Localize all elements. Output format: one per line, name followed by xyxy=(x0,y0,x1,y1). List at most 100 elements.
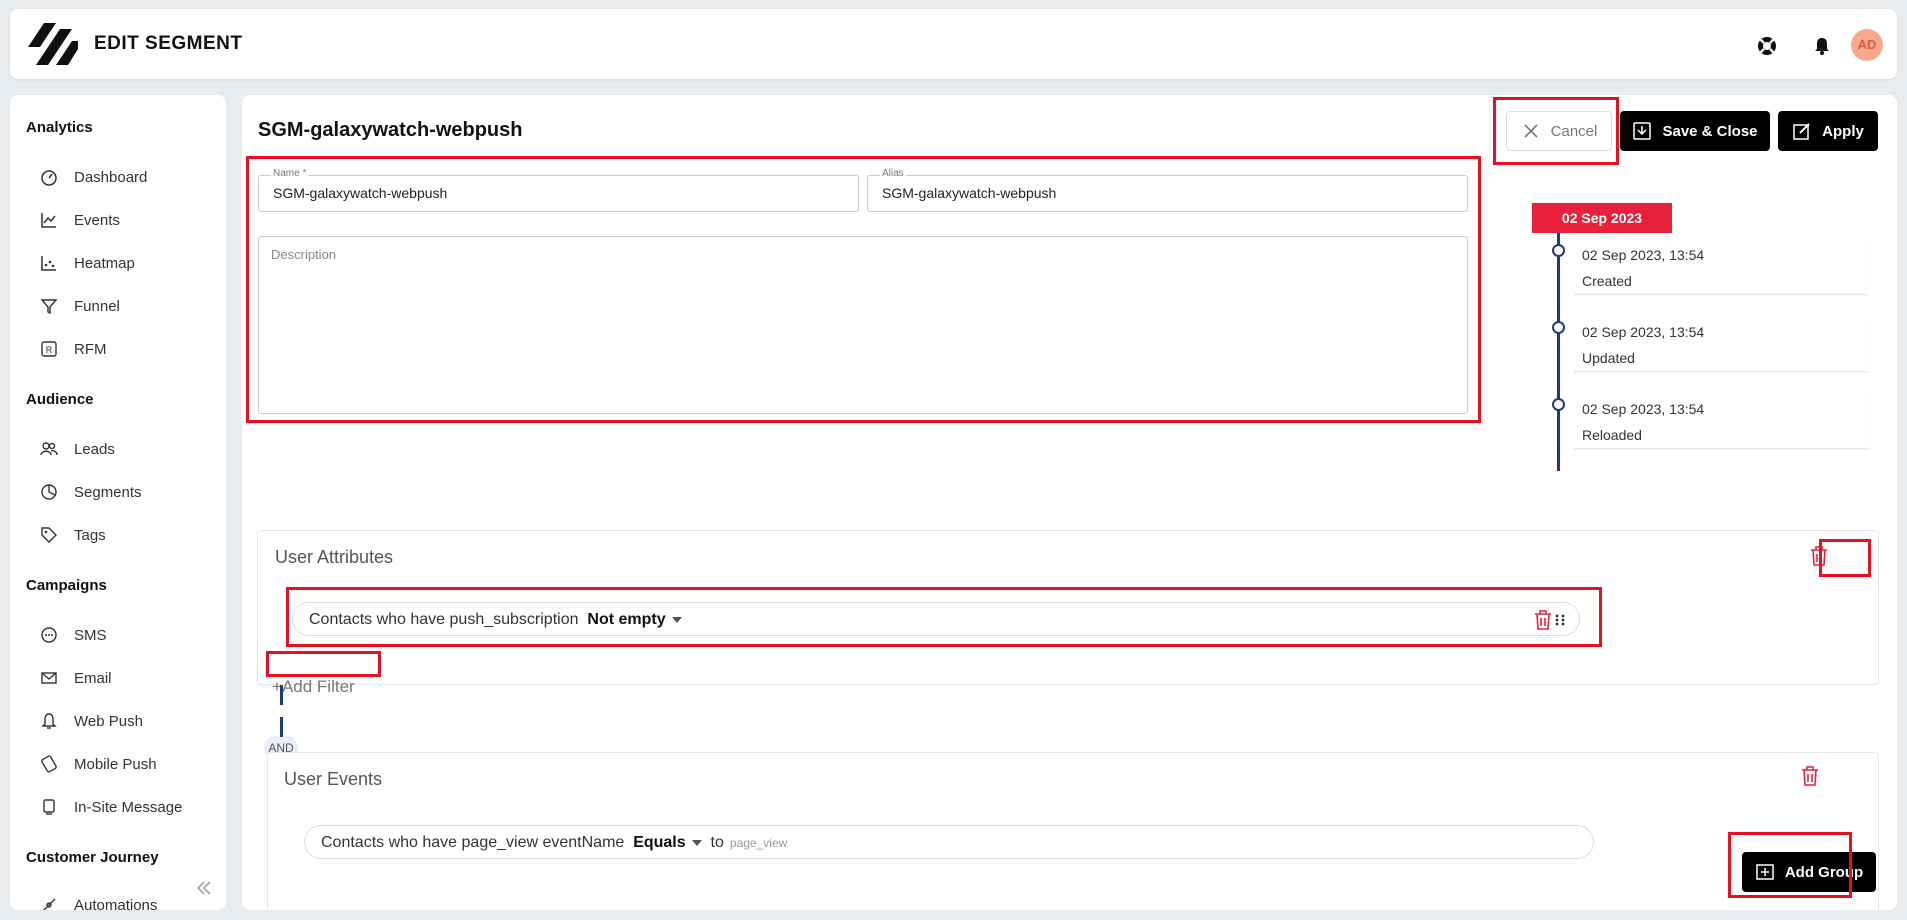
add-filter-button[interactable]: +Add Filter xyxy=(272,677,355,697)
timeline-line xyxy=(1557,233,1560,471)
save-close-label: Save & Close xyxy=(1662,122,1758,140)
timeline-entry-status: Updated xyxy=(1582,350,1635,366)
sidebar-item-label: SMS xyxy=(74,626,107,644)
automation-icon xyxy=(43,898,56,910)
filter-operator-select[interactable]: Not empty xyxy=(587,611,665,628)
bell-icon[interactable] xyxy=(1811,35,1833,57)
sidebar-item-label: RFM xyxy=(74,340,107,358)
filter-text: Contacts who have page_view eventName xyxy=(321,834,625,851)
group-title: User Attributes xyxy=(275,547,394,567)
main-content: SGM-galaxywatch-webpush Cancel Save & Cl… xyxy=(242,95,1897,910)
filter-value-input[interactable]: page_view xyxy=(730,836,787,850)
sidebar-item-label: Leads xyxy=(74,440,115,458)
sidebar-item-in-site-message[interactable]: In-Site Message xyxy=(40,795,182,819)
sidebar-item-label: Funnel xyxy=(74,297,120,315)
page-title: EDIT SEGMENT xyxy=(94,33,243,54)
collapse-sidebar-icon[interactable] xyxy=(194,878,214,898)
sidebar-item-leads[interactable]: Leads xyxy=(40,437,115,461)
svg-text:R: R xyxy=(46,345,53,355)
segment-title: SGM-galaxywatch-webpush xyxy=(258,119,523,141)
sidebar-item-label: Dashboard xyxy=(74,168,148,186)
sidebar-item-tags[interactable]: Tags xyxy=(40,523,106,547)
save-close-button[interactable]: Save & Close xyxy=(1620,111,1770,151)
scatter-icon xyxy=(41,256,56,271)
sidebar-item-label: Heatmap xyxy=(74,254,135,272)
cancel-label: Cancel xyxy=(1550,122,1598,140)
filter-row[interactable]: Contacts who have page_view eventName Eq… xyxy=(304,825,1594,859)
sidebar-item-label: Events xyxy=(74,211,120,229)
envelope-icon xyxy=(41,672,57,684)
top-bar: EDIT SEGMENT AD xyxy=(10,9,1897,79)
filter-row[interactable]: Contacts who have push_subscription Not … xyxy=(292,602,1580,636)
timeline-date-badge: 02 Sep 2023 xyxy=(1532,203,1672,233)
sidebar-item-web-push[interactable]: Web Push xyxy=(40,709,143,733)
timeline-entry-date: 02 Sep 2023, 13:54 xyxy=(1582,401,1705,417)
line-chart-icon xyxy=(41,213,56,228)
chat-bubble-icon xyxy=(41,627,57,643)
sidebar-item-events[interactable]: Events xyxy=(40,208,120,232)
delete-group-trash-icon[interactable] xyxy=(1809,545,1829,567)
sidebar-item-dashboard[interactable]: Dashboard xyxy=(40,165,147,189)
funnel-icon xyxy=(40,299,58,315)
sidebar-item-sms[interactable]: SMS xyxy=(40,623,107,647)
users-icon xyxy=(40,442,58,456)
drag-handle-icon[interactable] xyxy=(1553,613,1567,627)
sidebar-section-campaigns: Campaigns xyxy=(26,577,107,594)
sidebar-item-label: Web Push xyxy=(74,712,143,730)
save-download-icon xyxy=(1633,122,1652,140)
sidebar-item-mobile-push[interactable]: Mobile Push xyxy=(40,752,157,776)
filter-text: Contacts who have push_subscription xyxy=(309,611,579,628)
sidebar-item-label: Email xyxy=(74,669,112,687)
add-group-button[interactable]: Add Group xyxy=(1742,852,1876,892)
timeline-dot xyxy=(1552,398,1565,411)
sidebar-item-label: Mobile Push xyxy=(74,755,157,773)
cancel-button[interactable]: Cancel xyxy=(1506,111,1612,151)
sidebar-item-heatmap[interactable]: Heatmap xyxy=(40,251,135,275)
group-title: User Events xyxy=(284,769,383,789)
sidebar-section-customer-journey: Customer Journey xyxy=(26,849,159,866)
delete-group-trash-icon[interactable] xyxy=(1800,765,1820,787)
timeline-entry-date: 02 Sep 2023, 13:54 xyxy=(1582,247,1705,263)
sidebar-item-label: In-Site Message xyxy=(74,798,183,816)
sidebar-section-audience: Audience xyxy=(26,391,94,408)
timeline-entry: 02 Sep 2023, 13:54 Reloaded xyxy=(1574,391,1868,449)
edit-icon xyxy=(1793,123,1810,140)
name-field[interactable]: Name * SGM-galaxywatch-webpush xyxy=(258,168,859,212)
connector-line xyxy=(280,685,283,705)
chevron-down-icon[interactable] xyxy=(671,616,682,623)
avatar[interactable]: AD xyxy=(1851,29,1883,61)
sidebar-item-funnel[interactable]: Funnel xyxy=(40,294,120,318)
apply-button[interactable]: Apply xyxy=(1778,111,1878,151)
add-group-label: Add Group xyxy=(1784,863,1864,881)
apply-label: Apply xyxy=(1822,122,1864,140)
sidebar-item-email[interactable]: Email xyxy=(40,666,112,690)
dashboard-icon xyxy=(41,170,57,186)
description-field[interactable]: Description xyxy=(258,236,1468,414)
filter-to-label: to xyxy=(710,834,724,851)
sidebar-item-segments[interactable]: Segments xyxy=(40,480,142,504)
help-lifebuoy-icon[interactable] xyxy=(1756,35,1778,57)
description-placeholder: Description xyxy=(271,247,337,262)
chevron-down-icon[interactable] xyxy=(691,839,702,846)
sidebar-item-label: Tags xyxy=(74,526,106,544)
tag-icon xyxy=(41,527,57,543)
sidebar-item-automations[interactable]: Automations xyxy=(40,893,157,910)
add-filter-label: Add Filter xyxy=(281,677,355,696)
filter-operator-select[interactable]: Equals xyxy=(633,834,685,851)
connector-line xyxy=(280,717,283,737)
brand-logo-icon xyxy=(28,23,78,65)
timeline-entry-date: 02 Sep 2023, 13:54 xyxy=(1582,324,1705,340)
alias-value: SGM-galaxywatch-webpush xyxy=(882,185,1057,201)
rfm-box-icon: R xyxy=(41,341,57,357)
timeline-dot xyxy=(1552,321,1565,334)
close-icon xyxy=(1524,124,1538,138)
timeline-entry-status: Created xyxy=(1582,273,1632,289)
sidebar-item-rfm[interactable]: R RFM xyxy=(40,337,107,361)
alias-label: Alias xyxy=(880,168,906,179)
timeline-entry-status: Reloaded xyxy=(1582,427,1642,443)
alias-field[interactable]: Alias SGM-galaxywatch-webpush xyxy=(867,168,1468,212)
delete-filter-trash-icon[interactable] xyxy=(1533,609,1553,631)
pie-icon xyxy=(41,484,57,500)
sidebar-item-label: Automations xyxy=(74,896,158,911)
sidebar: Analytics Dashboard Events Heatmap Funne… xyxy=(10,95,226,910)
